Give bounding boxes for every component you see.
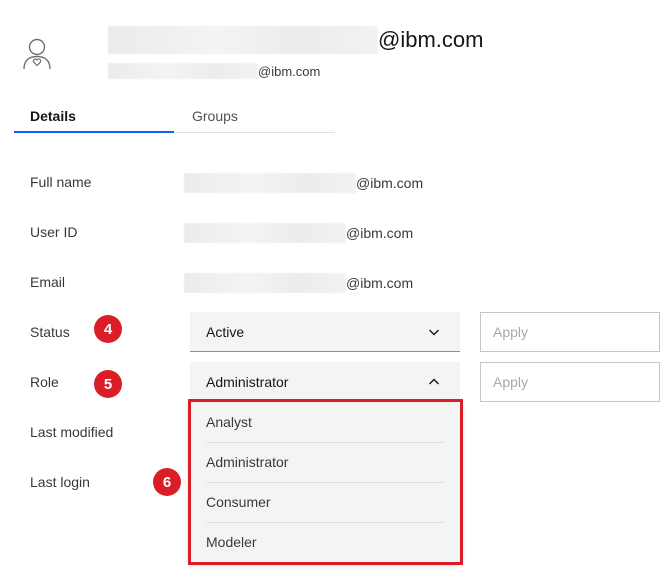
user-id-value-suffix: @ibm.com bbox=[346, 225, 414, 241]
user-display-name: @ibm.com bbox=[108, 24, 483, 56]
user-email-subtitle-suffix: @ibm.com bbox=[258, 63, 321, 79]
annotation-badge-role: 5 bbox=[94, 370, 122, 398]
email-value: @ibm.com bbox=[184, 272, 413, 294]
role-option-label: Modeler bbox=[206, 534, 257, 550]
role-label: Role bbox=[30, 374, 59, 390]
last-login-label: Last login bbox=[30, 474, 90, 490]
user-display-name-suffix: @ibm.com bbox=[378, 27, 484, 52]
redacted-text bbox=[184, 273, 346, 293]
user-email-subtitle: @ibm.com bbox=[108, 62, 320, 80]
role-option-consumer[interactable]: Consumer bbox=[190, 482, 460, 522]
role-dropdown-menu: Analyst Administrator Consumer Modeler bbox=[190, 402, 460, 562]
role-apply-placeholder: Apply bbox=[493, 374, 529, 390]
full-name-value-suffix: @ibm.com bbox=[356, 175, 424, 191]
annotation-badge-menu: 6 bbox=[153, 468, 181, 496]
role-option-label: Analyst bbox=[206, 414, 252, 430]
status-select-value: Active bbox=[206, 323, 245, 340]
role-select[interactable]: Administrator bbox=[190, 362, 460, 402]
tab-groups[interactable]: Groups bbox=[174, 100, 335, 133]
full-name-label: Full name bbox=[30, 174, 92, 190]
email-label: Email bbox=[30, 274, 66, 290]
redacted-text bbox=[108, 63, 258, 79]
chevron-up-icon bbox=[429, 378, 439, 385]
user-details-panel: @ibm.com @ibm.com Details Groups Full na… bbox=[0, 0, 666, 584]
redacted-text bbox=[184, 173, 356, 193]
role-option-administrator[interactable]: Administrator bbox=[190, 442, 460, 482]
role-option-label: Administrator bbox=[206, 454, 289, 470]
annotation-badge-status: 4 bbox=[94, 315, 122, 343]
status-apply-field[interactable]: Apply bbox=[480, 312, 660, 352]
role-option-label: Consumer bbox=[206, 494, 271, 510]
full-name-value: @ibm.com bbox=[184, 172, 423, 194]
role-option-modeler[interactable]: Modeler bbox=[190, 522, 460, 562]
role-select-value: Administrator bbox=[206, 374, 289, 390]
role-apply-field[interactable]: Apply bbox=[480, 362, 660, 402]
role-option-analyst[interactable]: Analyst bbox=[190, 402, 460, 442]
last-modified-label: Last modified bbox=[30, 424, 114, 440]
status-apply-placeholder: Apply bbox=[493, 324, 529, 340]
redacted-text bbox=[184, 223, 346, 243]
user-avatar-icon bbox=[20, 36, 56, 72]
tab-groups-label: Groups bbox=[192, 108, 238, 124]
tab-list: Details Groups bbox=[14, 100, 335, 135]
tab-details[interactable]: Details bbox=[14, 100, 174, 133]
redacted-text bbox=[108, 26, 378, 54]
status-label: Status bbox=[30, 324, 70, 340]
chevron-down-icon bbox=[429, 329, 439, 336]
status-select[interactable]: Active bbox=[190, 312, 460, 352]
tab-details-label: Details bbox=[30, 107, 76, 124]
email-value-suffix: @ibm.com bbox=[346, 275, 414, 291]
user-id-label: User ID bbox=[30, 224, 78, 240]
user-id-value: @ibm.com bbox=[184, 222, 413, 244]
